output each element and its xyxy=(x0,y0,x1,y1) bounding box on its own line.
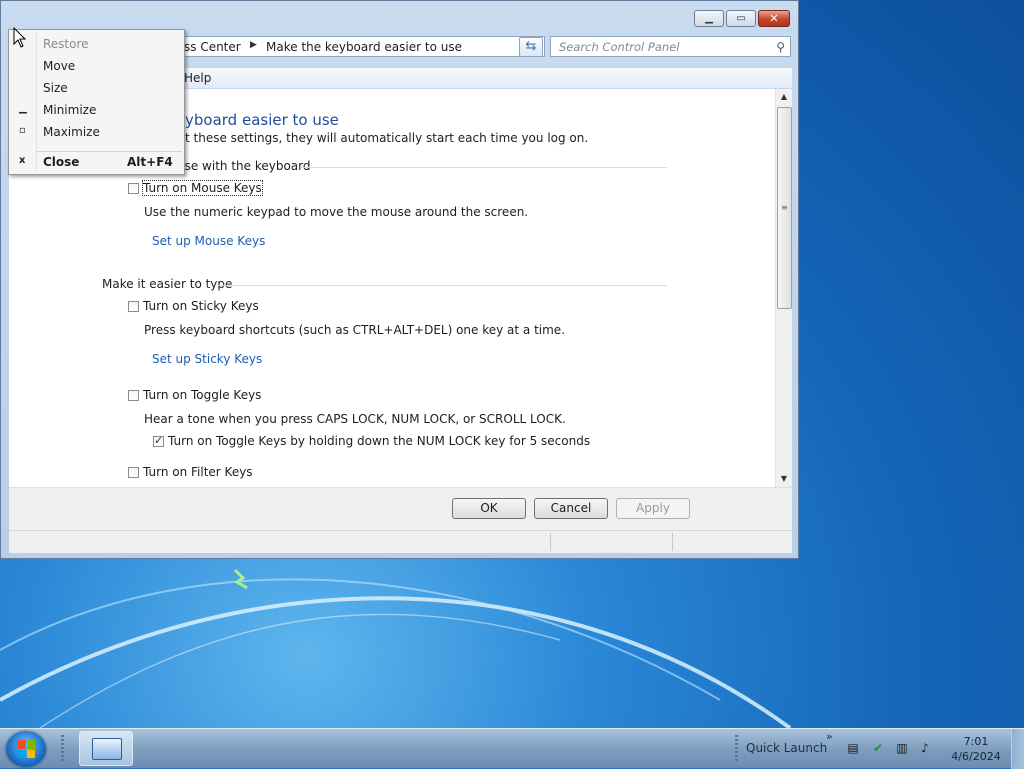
breadcrumb-arrow-icon[interactable]: ▶ xyxy=(250,40,257,50)
menu-item-close[interactable]: Close xyxy=(43,155,79,169)
setup-sticky-keys-link[interactable]: Set up Sticky Keys xyxy=(152,352,262,366)
toggle-keys-numlock-checkbox[interactable] xyxy=(153,434,164,447)
toggle-keys-checkbox[interactable] xyxy=(128,390,139,401)
minimize-glyph-icon: ▁ xyxy=(19,103,27,114)
toggle-keys-label[interactable]: Turn on Toggle Keys xyxy=(143,388,261,402)
notes-tray-icon[interactable]: ▤ xyxy=(846,741,860,755)
cancel-button[interactable]: Cancel xyxy=(534,498,608,519)
security-tray-icon[interactable]: ✔ xyxy=(871,741,885,755)
show-desktop-button[interactable] xyxy=(1011,729,1024,769)
breadcrumb-ease-of-access[interactable]: ss Center xyxy=(184,40,241,54)
filter-keys-label[interactable]: Turn on Filter Keys xyxy=(143,465,253,479)
taskbar-grip[interactable] xyxy=(61,735,64,763)
close-shortcut: Alt+F4 xyxy=(127,155,173,169)
network-tray-icon[interactable]: ▥ xyxy=(895,741,909,755)
minimize-button[interactable]: ▁ xyxy=(694,10,724,27)
scrollbar-thumb[interactable]: ≡ xyxy=(777,107,792,309)
search-box[interactable]: Search Control Panel ⚲ xyxy=(550,36,791,57)
section-mouse-title: use with the keyboard xyxy=(177,159,311,173)
taskbar-grip[interactable] xyxy=(735,735,738,763)
status-separator xyxy=(672,533,673,551)
menu-item-move[interactable]: Move xyxy=(43,59,75,73)
refresh-button[interactable]: ⇆ xyxy=(519,37,543,57)
clock-date: 4/6/2024 xyxy=(951,750,1001,763)
grip-icon: ≡ xyxy=(781,203,788,212)
page-subtitle: t these settings, they will automaticall… xyxy=(185,131,589,145)
status-bar xyxy=(9,530,792,553)
taskbar: Quick Launch » ▤ ✔ ▥ ♪ 7:01 4/6/2024 xyxy=(0,728,1024,769)
volume-tray-icon[interactable]: ♪ xyxy=(918,741,932,755)
menu-item-size[interactable]: Size xyxy=(43,81,68,95)
mouse-keys-checkbox[interactable] xyxy=(128,183,139,194)
mouse-keys-description: Use the numeric keypad to move the mouse… xyxy=(144,205,529,219)
scroll-up-arrow-icon[interactable]: ▲ xyxy=(776,89,792,105)
sticky-keys-checkbox[interactable] xyxy=(128,301,139,312)
quick-launch-label[interactable]: Quick Launch xyxy=(746,741,827,755)
menu-item-maximize[interactable]: Maximize xyxy=(43,125,100,139)
apply-button[interactable]: Apply xyxy=(616,498,690,519)
menu-help[interactable]: Help xyxy=(184,71,211,85)
status-separator xyxy=(550,533,551,551)
start-button[interactable] xyxy=(6,731,46,767)
sticky-keys-label[interactable]: Turn on Sticky Keys xyxy=(143,299,259,313)
sticky-keys-description: Press keyboard shortcuts (such as CTRL+A… xyxy=(144,323,566,337)
close-button[interactable]: ✕ xyxy=(758,10,790,27)
setup-mouse-keys-link[interactable]: Set up Mouse Keys xyxy=(152,234,265,248)
toggle-keys-description: Hear a tone when you press CAPS LOCK, NU… xyxy=(144,412,566,426)
menu-item-minimize[interactable]: Minimize xyxy=(43,103,96,117)
close-icon: ✕ xyxy=(769,12,779,25)
section-divider xyxy=(301,167,667,168)
search-icon[interactable]: ⚲ xyxy=(776,40,785,54)
page-title: yboard easier to use xyxy=(185,111,339,129)
maximize-button[interactable]: ▭ xyxy=(726,10,756,27)
scroll-down-arrow-icon[interactable]: ▼ xyxy=(776,471,792,487)
clock-time: 7:01 xyxy=(963,735,989,748)
dialog-button-bar: OK Cancel Apply xyxy=(9,487,792,530)
quick-launch-chevron-icon[interactable]: » xyxy=(826,730,833,743)
toggle-keys-numlock-label[interactable]: Turn on Toggle Keys by holding down the … xyxy=(168,434,590,448)
filter-keys-checkbox[interactable] xyxy=(128,467,139,478)
mouse-keys-label[interactable]: Turn on Mouse Keys xyxy=(142,180,263,196)
taskbar-control-panel-button[interactable] xyxy=(79,731,133,766)
close-glyph-icon: x xyxy=(19,155,26,166)
breadcrumb-current-page[interactable]: Make the keyboard easier to use xyxy=(266,40,462,54)
section-type-title: Make it easier to type xyxy=(102,277,233,291)
minimize-icon: ▁ xyxy=(705,13,713,24)
menu-item-restore[interactable]: Restore xyxy=(43,37,89,51)
mouse-cursor-icon xyxy=(13,27,27,48)
maximize-glyph-icon: ▫ xyxy=(19,125,26,136)
windows-logo-icon xyxy=(17,740,35,758)
window-system-menu: Restore Move Size ▁ Minimize ▫ Maximize … xyxy=(8,29,185,175)
caption-buttons: ▁ ▭ ✕ xyxy=(694,10,790,27)
ok-button[interactable]: OK xyxy=(452,498,526,519)
control-panel-icon xyxy=(92,738,122,760)
section-divider xyxy=(218,285,667,286)
system-clock[interactable]: 7:01 4/6/2024 xyxy=(946,734,1006,764)
vertical-scrollbar[interactable]: ▲ ≡ ▼ xyxy=(775,89,792,487)
maximize-icon: ▭ xyxy=(736,13,746,24)
menu-separator xyxy=(37,151,182,152)
refresh-icon: ⇆ xyxy=(525,39,537,54)
search-placeholder: Search Control Panel xyxy=(559,40,680,54)
